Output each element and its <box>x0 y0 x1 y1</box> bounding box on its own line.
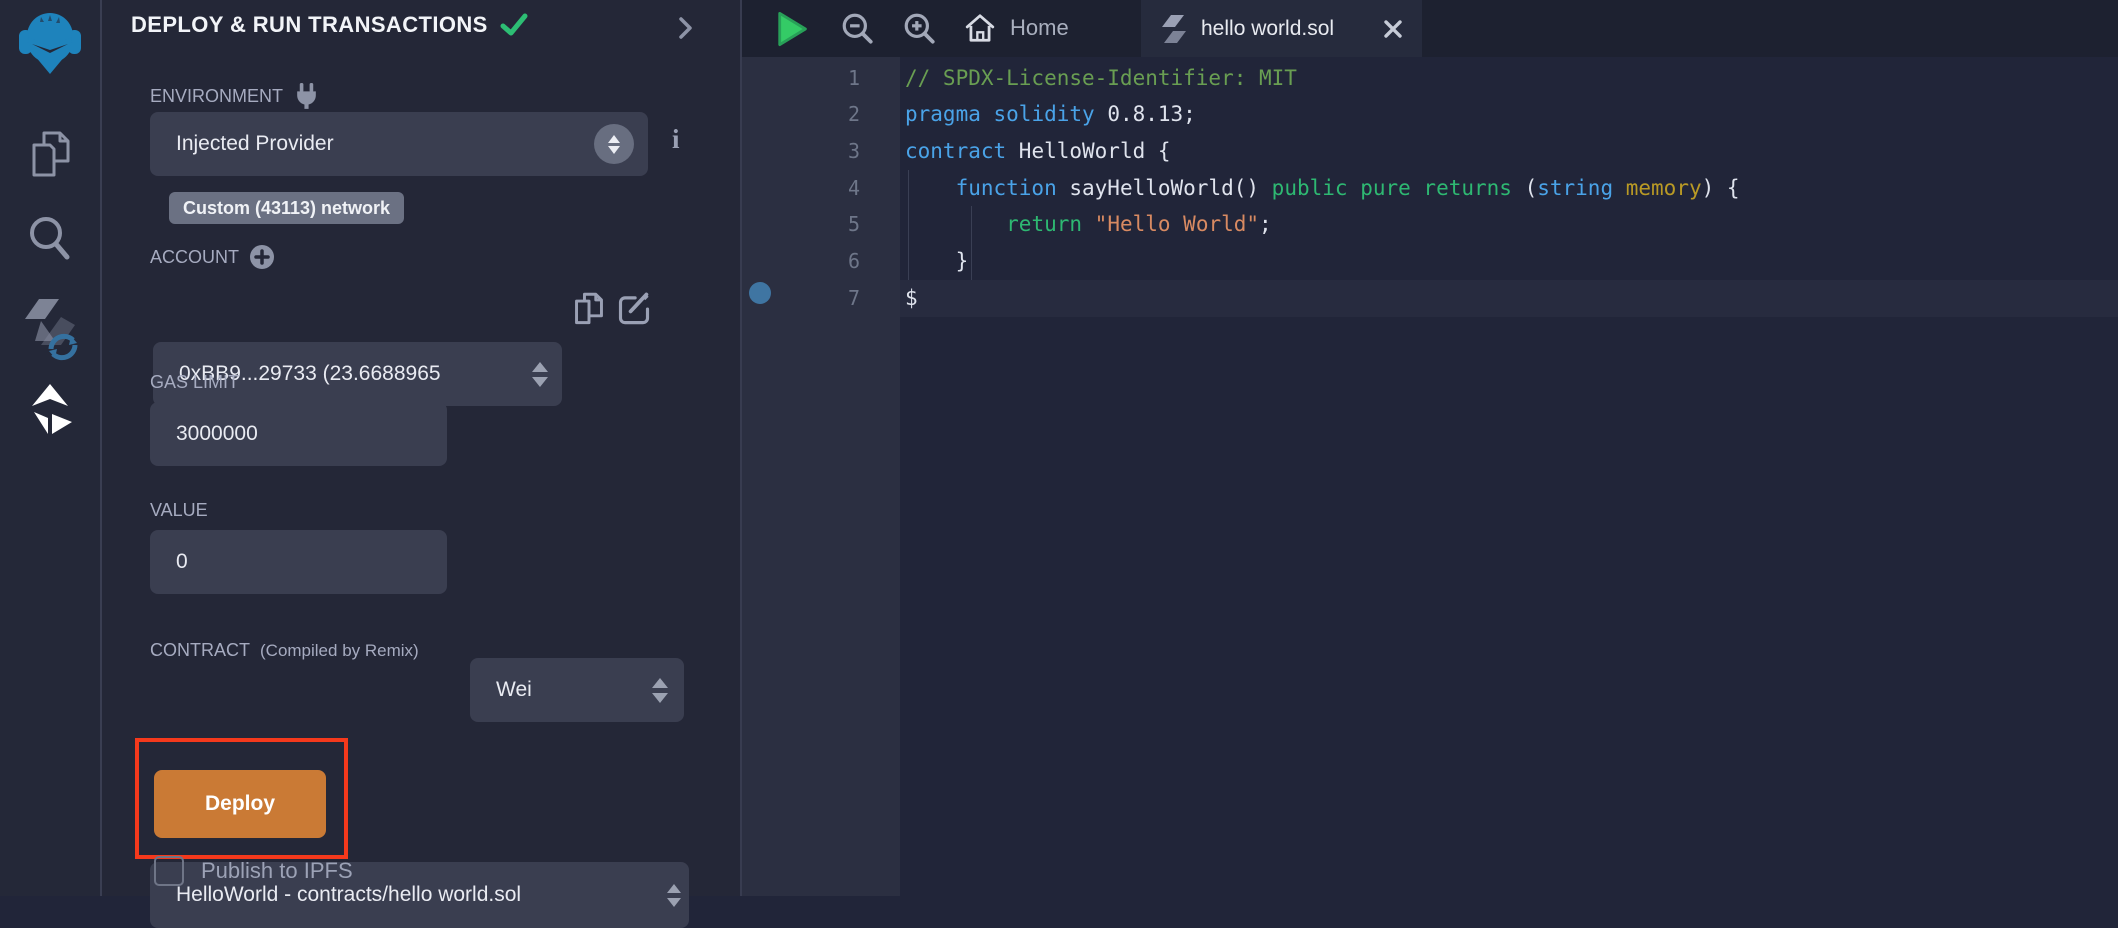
solidity-file-icon <box>1161 13 1187 45</box>
close-tab-icon[interactable] <box>1382 18 1404 40</box>
code-line-text: function sayHelloWorld() public pure ret… <box>905 176 1740 200</box>
environment-value: Injected Provider <box>176 132 334 156</box>
deploy-run-icon <box>22 382 78 438</box>
account-label: ACCOUNT <box>150 244 275 270</box>
line-number: 3 <box>742 139 860 163</box>
code-line-text: pragma solidity 0.8.13; <box>905 102 1196 126</box>
value-label: VALUE <box>150 500 208 521</box>
annotation-highlight-box <box>135 738 348 859</box>
headset-logo-icon <box>13 6 87 78</box>
zoom-out-icon <box>840 11 876 47</box>
zoom-in-button[interactable] <box>902 11 938 52</box>
contract-label-text: CONTRACT <box>150 640 250 661</box>
zoom-in-icon <box>902 11 938 47</box>
gas-limit-input[interactable] <box>150 402 447 466</box>
code-line-1[interactable]: 1 // SPDX-License-Identifier: MIT <box>742 59 2118 96</box>
line-number: 5 <box>742 212 860 236</box>
search-icon <box>25 212 75 264</box>
environment-label-text: ENVIRONMENT <box>150 86 283 107</box>
success-check-icon <box>500 12 528 38</box>
sidebar-item-deploy-run[interactable] <box>0 380 100 440</box>
environment-select[interactable]: Injected Provider <box>150 112 648 176</box>
app-logo[interactable] <box>0 4 100 80</box>
network-badge: Custom (43113) network <box>169 192 404 224</box>
home-icon <box>964 13 996 43</box>
contract-sublabel: (Compiled by Remix) <box>260 641 419 661</box>
line-number: 7 <box>742 286 860 310</box>
line-number: 4 <box>742 176 860 200</box>
account-label-text: ACCOUNT <box>150 247 239 268</box>
code-line-2[interactable]: 2 pragma solidity 0.8.13; <box>742 96 2118 133</box>
code-line-5[interactable]: 5 return "Hello World"; <box>742 206 2118 243</box>
icon-panel <box>0 0 102 896</box>
code-line-3[interactable]: 3 contract HelloWorld { <box>742 132 2118 169</box>
panel-title-text: DEPLOY & RUN TRANSACTIONS <box>131 12 488 38</box>
value-label-text: VALUE <box>150 500 208 521</box>
sidebar-item-search[interactable] <box>0 210 100 266</box>
code-line-4[interactable]: 4 function sayHelloWorld() public pure r… <box>742 169 2118 206</box>
editor-tabstrip: Home hello world.sol <box>742 0 2118 57</box>
deploy-run-panel: DEPLOY & RUN TRANSACTIONS ENVIRONMENT In… <box>102 0 742 896</box>
run-script-button[interactable] <box>775 10 809 53</box>
edit-pencil-icon <box>616 290 652 326</box>
environment-info-icon[interactable]: i <box>672 124 680 155</box>
line-number: 6 <box>742 249 860 273</box>
sign-message-button[interactable] <box>616 290 652 331</box>
code-line-text: contract HelloWorld { <box>905 139 1171 163</box>
code-editor[interactable]: Home hello world.sol 1 // SPDX-License-Id… <box>742 0 2118 896</box>
value-unit-select[interactable]: Wei <box>470 658 684 722</box>
code-line-text: // SPDX-License-Identifier: MIT <box>905 66 1297 90</box>
sidebar-item-solidity-compiler[interactable] <box>0 294 100 364</box>
play-icon <box>775 10 809 48</box>
plug-icon <box>293 82 320 111</box>
code-line-7[interactable]: 7$ <box>742 279 2118 316</box>
value-unit-select-arrows-icon <box>652 658 668 722</box>
publish-ipfs-label: Publish to IPFS <box>201 858 353 884</box>
tab-home-label: Home <box>1010 15 1069 41</box>
network-badge-text: Custom (43113) network <box>183 198 390 219</box>
line-number: 1 <box>742 66 860 90</box>
sidebar-item-file-explorer[interactable] <box>0 128 100 180</box>
code-line-6[interactable]: 6 } <box>742 243 2118 280</box>
add-account-plus-icon[interactable] <box>249 244 275 270</box>
zoom-out-button[interactable] <box>840 11 876 52</box>
contract-select-arrows-icon <box>667 862 681 928</box>
environment-select-stepper-icon[interactable] <box>594 124 634 164</box>
account-select-arrows-icon <box>532 342 548 406</box>
solidity-compiler-icon <box>19 295 81 363</box>
code-line-text: return "Hello World"; <box>905 212 1272 236</box>
contract-value: HelloWorld - contracts/hello world.sol <box>176 883 521 907</box>
line-number: 2 <box>742 102 860 126</box>
gas-limit-label: GAS LIMIT <box>150 372 239 393</box>
value-unit: Wei <box>496 678 532 702</box>
code-line-text: } <box>905 249 968 273</box>
copy-icon <box>572 290 606 328</box>
file-explorer-icon <box>26 129 74 179</box>
value-input[interactable] <box>150 530 447 594</box>
gas-limit-label-text: GAS LIMIT <box>150 372 239 393</box>
tab-file-label: hello world.sol <box>1201 17 1334 41</box>
publish-ipfs-checkbox[interactable] <box>154 856 184 886</box>
copy-account-button[interactable] <box>572 290 606 333</box>
tab-home[interactable]: Home <box>964 13 1069 43</box>
code-line-text: $ <box>905 286 918 310</box>
chevron-right-icon <box>678 16 694 40</box>
environment-label: ENVIRONMENT <box>150 82 320 111</box>
page-title: DEPLOY & RUN TRANSACTIONS <box>131 12 528 38</box>
tab-file-active[interactable]: hello world.sol <box>1141 0 1422 57</box>
collapse-panel-chevron[interactable] <box>678 16 694 45</box>
contract-label: CONTRACT (Compiled by Remix) <box>150 640 419 661</box>
